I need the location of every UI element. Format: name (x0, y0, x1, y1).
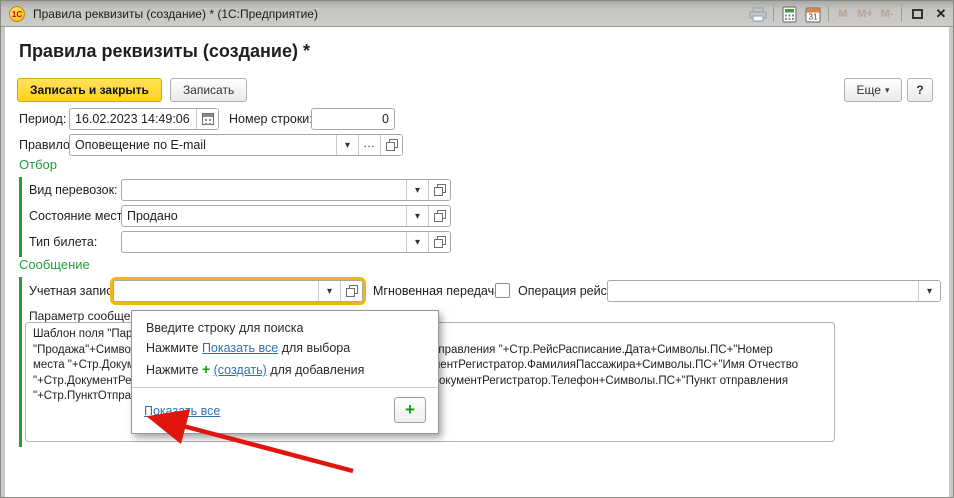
more-button-label: Еще (857, 83, 881, 97)
open-item-icon (346, 285, 358, 297)
memory-m-button[interactable]: M (832, 4, 854, 24)
transport-type-open-button[interactable] (428, 180, 450, 200)
ticket-type-label: Тип билета: (29, 231, 97, 253)
account-open-button[interactable] (340, 281, 362, 301)
account-field-group: ▾ (113, 280, 363, 302)
period-calendar-button[interactable] (196, 109, 218, 129)
close-button[interactable]: ✕ (929, 4, 953, 24)
hint-text: для выбора (278, 341, 350, 355)
popup-hint-create: Нажмите + (создать) для добавления (146, 361, 364, 377)
create-link[interactable]: (создать) (214, 363, 267, 377)
titlebar: 1С Правила реквизиты (создание) * (1С:Пр… (1, 1, 953, 27)
app-window: 1С Правила реквизиты (создание) * (1С:Пр… (0, 0, 954, 498)
show-all-link[interactable]: Показать все (144, 404, 220, 418)
chevron-down-icon: ▾ (415, 185, 420, 196)
chevron-down-icon: ▾ (345, 140, 350, 151)
rule-input[interactable] (70, 135, 336, 155)
seat-state-field-group: ▾ (121, 205, 451, 227)
seat-state-dropdown-button[interactable]: ▾ (406, 206, 428, 226)
save-and-close-button[interactable]: Записать и закрыть (17, 78, 162, 102)
popup-divider (132, 387, 438, 388)
print-icon[interactable] (746, 4, 770, 24)
hint-text: для добавления (267, 363, 365, 377)
plus-icon: + (405, 400, 415, 420)
popup-hint-show: Нажмите Показать все для выбора (146, 341, 350, 355)
rule-field-group: ▾ … (69, 134, 403, 156)
show-all-inline-link[interactable]: Показать все (202, 341, 278, 355)
open-item-icon (434, 210, 446, 222)
popup-hint-search: Введите строку для поиска (146, 321, 304, 335)
ticket-type-dropdown-button[interactable]: ▾ (406, 232, 428, 252)
ticket-type-input[interactable] (122, 232, 406, 252)
svg-text:31: 31 (809, 12, 818, 21)
period-field-group (69, 108, 219, 130)
flight-operation-dropdown-button[interactable]: ▾ (918, 281, 940, 301)
rule-dropdown-button[interactable]: ▾ (336, 135, 358, 155)
calculator-icon[interactable] (777, 4, 801, 24)
flight-operation-field-group: ▾ (607, 280, 941, 302)
flight-operation-label: Операция рейса: (518, 280, 617, 302)
chevron-down-icon: ▾ (415, 211, 420, 222)
account-dropdown-button[interactable]: ▾ (318, 281, 340, 301)
seat-state-open-button[interactable] (428, 206, 450, 226)
open-item-icon (386, 139, 398, 151)
rule-choose-button[interactable]: … (358, 135, 380, 155)
transport-type-label: Вид перевозок: (29, 179, 118, 201)
save-button[interactable]: Записать (170, 78, 247, 102)
plus-icon: + (202, 361, 210, 377)
ticket-type-open-button[interactable] (428, 232, 450, 252)
rule-label: Правило: (19, 134, 73, 156)
titlebar-separator (773, 6, 774, 22)
open-item-icon (434, 184, 446, 196)
account-suggestions-popup: Введите строку для поиска Нажмите Показа… (131, 310, 439, 434)
titlebar-separator (901, 6, 902, 22)
memory-m-minus-button[interactable]: M- (876, 4, 898, 24)
account-label: Учетная запись: (29, 280, 122, 302)
period-input[interactable] (70, 109, 196, 129)
calendar-picker-icon (202, 113, 214, 125)
1c-logo-icon: 1С (9, 6, 25, 22)
hint-text: Нажмите (146, 341, 202, 355)
window-title: Правила реквизиты (создание) * (1С:Предп… (33, 1, 318, 27)
ellipsis-icon: … (363, 136, 376, 154)
period-label: Период: (19, 108, 66, 130)
transport-type-input[interactable] (122, 180, 406, 200)
help-button[interactable]: ? (907, 78, 933, 102)
transport-type-field-group: ▾ (121, 179, 451, 201)
chevron-down-icon: ▾ (415, 237, 420, 248)
section-title-message: Сообщение (19, 257, 90, 272)
instant-transfer-label: Мгновенная передача: (373, 280, 505, 302)
more-button[interactable]: Еще ▾ (844, 78, 902, 102)
seat-state-label: Состояние места: (29, 205, 133, 227)
flight-operation-input[interactable] (608, 281, 918, 301)
account-input[interactable] (114, 281, 318, 301)
chevron-down-icon: ▾ (927, 286, 932, 297)
row-number-input[interactable] (312, 109, 394, 129)
memory-m-plus-button[interactable]: M+ (854, 4, 876, 24)
row-number-field-group (311, 108, 395, 130)
add-new-button[interactable]: + (394, 397, 426, 423)
rule-open-button[interactable] (380, 135, 402, 155)
instant-transfer-checkbox[interactable] (495, 283, 510, 298)
transport-type-dropdown-button[interactable]: ▾ (406, 180, 428, 200)
form-toolbar: Записать и закрыть Записать (17, 78, 247, 102)
row-number-label: Номер строки: (229, 108, 313, 130)
open-item-icon (434, 236, 446, 248)
maximize-button[interactable] (905, 4, 929, 24)
maximize-icon (912, 9, 923, 19)
hint-text: Нажмите (146, 363, 202, 377)
seat-state-input[interactable] (122, 206, 406, 226)
section-title-selection: Отбор (19, 157, 57, 172)
chevron-down-icon: ▾ (885, 85, 890, 96)
titlebar-separator (828, 6, 829, 22)
calendar-icon[interactable]: 31 (801, 4, 825, 24)
chevron-down-icon: ▾ (327, 286, 332, 297)
ticket-type-field-group: ▾ (121, 231, 451, 253)
page-title: Правила реквизиты (создание) * (19, 41, 310, 62)
